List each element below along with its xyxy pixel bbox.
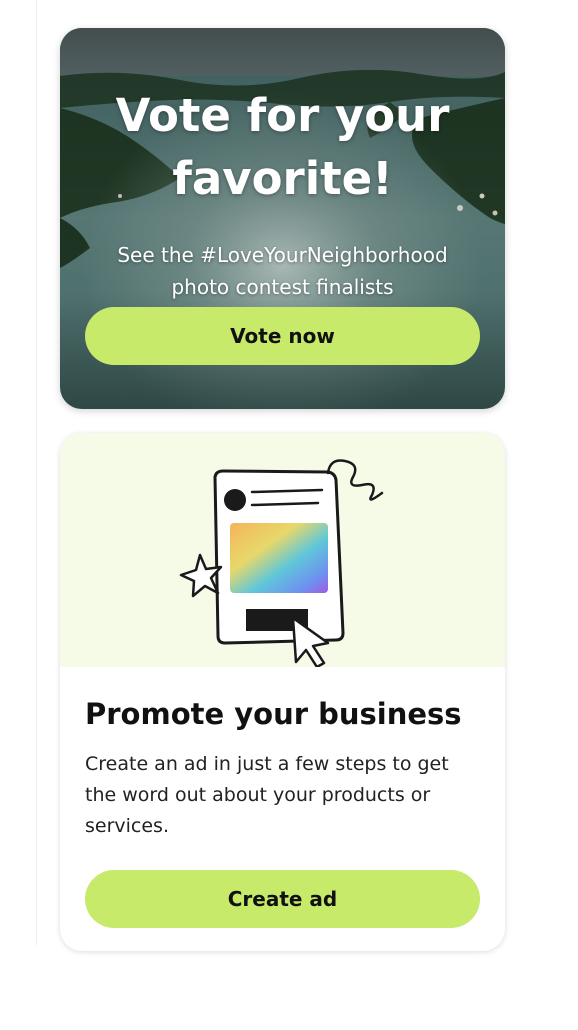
promote-business-card[interactable]: Promote your business Create an ad in ju… — [60, 433, 505, 951]
feed-page: Vote for your favorite! See the #LoveYou… — [0, 0, 578, 1030]
promo-title: Promote your business — [85, 697, 462, 731]
ad-document-illustration — [179, 459, 384, 667]
left-divider — [36, 0, 37, 945]
vote-subtitle: See the #LoveYourNeighborhood photo cont… — [117, 243, 448, 299]
create-ad-button[interactable]: Create ad — [85, 870, 480, 928]
promo-hero — [60, 433, 505, 667]
vote-title: Vote for your favorite! — [115, 89, 450, 205]
vote-card[interactable]: Vote for your favorite! See the #LoveYou… — [60, 28, 505, 409]
vote-now-button[interactable]: Vote now — [85, 307, 480, 365]
star-icon — [179, 553, 223, 598]
promo-description: Create an ad in just a few steps to get … — [85, 753, 449, 837]
